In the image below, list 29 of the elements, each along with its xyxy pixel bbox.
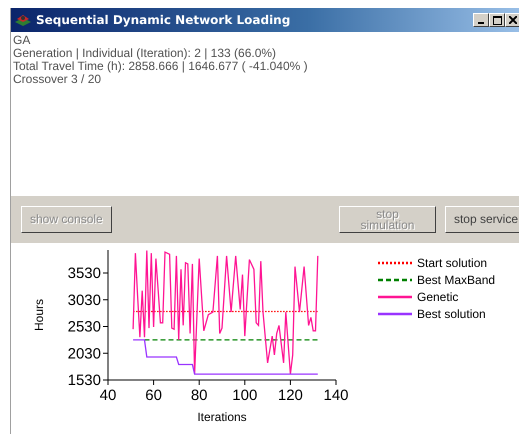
maximize-button[interactable] <box>489 13 505 27</box>
tick-label: 2530 <box>68 318 101 336</box>
legend-label: Best MaxBand <box>417 272 496 286</box>
tick-label: 2030 <box>68 345 101 362</box>
tick-label: 80 <box>190 387 208 404</box>
maximize-icon <box>492 16 502 24</box>
network-icon <box>14 13 32 27</box>
tick-label: 3530 <box>68 265 101 282</box>
legend-label: Genetic <box>417 290 458 304</box>
status-text: Crossover 3 / 20 <box>13 73 102 86</box>
legend-label: Start solution <box>417 256 488 270</box>
tick-label: 100 <box>232 387 258 404</box>
axis-title: Hours <box>32 299 46 331</box>
axis-title: Iterations <box>197 410 247 424</box>
tick-label: 60 <box>145 387 162 404</box>
window-title: Sequential Dynamic Network Loading <box>36 13 290 27</box>
action-button[interactable]: stop service <box>444 206 519 233</box>
tick-label: 3030 <box>68 292 101 309</box>
status-text: Generation | Individual (Iteration): 2 | 133 (66.0%) <box>13 47 278 60</box>
close-button[interactable] <box>505 13 519 27</box>
status-text: Total Travel Time (h): 2858.666 | 1646.677 ( -41.040% ) <box>13 60 309 73</box>
tick-label: 1530 <box>68 372 101 389</box>
close-icon <box>509 16 517 24</box>
status-text: GA <box>13 34 32 47</box>
minimize-button[interactable] <box>473 13 489 27</box>
tick-label: 120 <box>278 387 303 404</box>
legend-label: Best solution <box>417 306 486 320</box>
tick-label: 40 <box>100 387 116 404</box>
tick-label: 140 <box>323 387 349 404</box>
